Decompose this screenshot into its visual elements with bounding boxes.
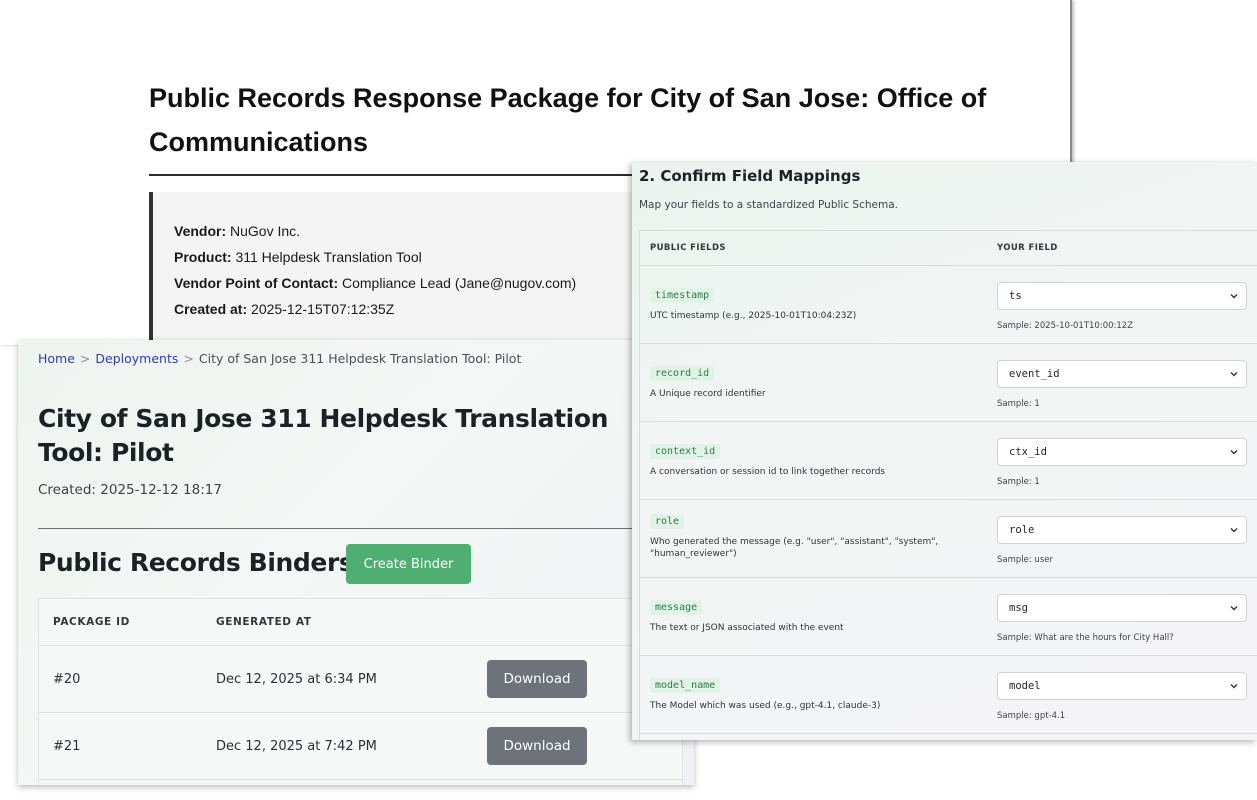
binders-table-header: PACKAGE ID GENERATED AT (39, 599, 682, 646)
public-field-name: timestamp (650, 288, 715, 303)
public-field-description: Who generated the message (e.g. "user", … (650, 537, 939, 559)
your-field-selected-value: role (1009, 524, 1035, 536)
chevron-down-icon (1230, 684, 1238, 689)
meta-product-value: 311 Helpdesk Translation Tool (235, 249, 422, 265)
chevron-down-icon (1230, 528, 1238, 533)
meta-vendor: Vendor: NuGov Inc. (174, 218, 649, 244)
field-sample: Sample: gpt-4.1 (997, 711, 1066, 721)
meta-contact-label: Vendor Point of Contact: (174, 275, 339, 291)
document-metadata: Vendor: NuGov Inc. Product: 311 Helpdesk… (149, 192, 649, 352)
meta-product-label: Product: (174, 249, 232, 265)
your-field-selected-value: event_id (1009, 368, 1060, 380)
mapping-row: timestamp UTC timestamp (e.g., 2025-10-0… (640, 266, 1257, 344)
breadcrumb: Home > Deployments > City of San Jose 311 He… (38, 351, 521, 366)
field-sample: Sample: user (997, 555, 1053, 565)
field-mappings-panel: 2. Confirm Field Mappings Map your field… (632, 162, 1257, 740)
your-field-selected-value: ts (1009, 290, 1022, 302)
meta-vendor-label: Vendor: (174, 223, 227, 239)
deployment-title: City of San Jose 311 Helpdesk Translatio… (38, 404, 609, 467)
document-title: Public Records Response Package for City… (149, 83, 987, 157)
your-field-select[interactable]: msg (997, 594, 1247, 622)
public-field-description: A conversation or session id to link tog… (650, 467, 886, 477)
your-field-select[interactable]: ctx_id (997, 438, 1247, 466)
your-field-select[interactable]: event_id (997, 360, 1247, 388)
table-row: #21 Dec 12, 2025 at 7:42 PM Download (39, 713, 682, 780)
chevron-down-icon (1230, 294, 1238, 299)
field-sample: Sample: 1 (997, 477, 1040, 487)
your-field-select[interactable]: role (997, 516, 1247, 544)
your-field-selected-value: model (1009, 680, 1041, 692)
public-field-name: context_id (650, 444, 721, 459)
field-sample: Sample: What are the hours for City Hall… (997, 633, 1174, 643)
public-field-description: The text or JSON associated with the eve… (650, 623, 844, 633)
mapping-row: message The text or JSON associated with… (640, 578, 1257, 656)
breadcrumb-separator: > (79, 351, 91, 366)
mappings-title: 2. Confirm Field Mappings (639, 167, 861, 185)
meta-product: Product: 311 Helpdesk Translation Tool (174, 244, 649, 270)
column-header-generated-at: GENERATED AT (216, 616, 312, 628)
mappings-subtitle: Map your fields to a standardized Public… (639, 199, 898, 211)
mapping-row: model_name The Model which was used (e.g… (640, 656, 1257, 734)
section-divider (38, 528, 694, 529)
chevron-down-icon (1230, 372, 1238, 377)
download-button[interactable]: Download (487, 727, 587, 765)
meta-contact: Vendor Point of Contact: Compliance Lead… (174, 270, 649, 296)
breadcrumb-current: City of San Jose 311 Helpdesk Translatio… (198, 351, 522, 366)
public-field-description: The Model which was used (e.g., gpt-4.1,… (650, 701, 881, 711)
public-field-description: A Unique record identifier (650, 389, 766, 399)
meta-created-at-label: Created at: (174, 301, 248, 317)
meta-created-at-value: 2025-12-15T07:12:35Z (251, 301, 395, 317)
public-field-description: UTC timestamp (e.g., 2025-10-01T10:04:23… (650, 311, 857, 321)
public-field-name: record_id (650, 366, 715, 381)
mappings-table: PUBLIC FIELDS YOUR FIELD timestamp UTC t… (639, 230, 1257, 740)
mappings-table-header: PUBLIC FIELDS YOUR FIELD (640, 231, 1257, 266)
mapping-row: context_id A conversation or session id … (640, 422, 1257, 500)
meta-created-at: Created at: 2025-12-15T07:12:35Z (174, 296, 649, 322)
breadcrumb-deployments-link[interactable]: Deployments (95, 351, 178, 366)
field-sample: Sample: 1 (997, 399, 1040, 409)
meta-contact-value: Compliance Lead (Jane@nugov.com) (342, 275, 577, 291)
deployment-created-date: Created: 2025-12-12 18:17 (38, 482, 222, 498)
download-button[interactable]: Download (487, 660, 587, 698)
generated-at-cell: Dec 12, 2025 at 7:42 PM (216, 739, 377, 754)
public-field-name: message (650, 600, 703, 615)
create-binder-button[interactable]: Create Binder (346, 544, 471, 584)
breadcrumb-home-link[interactable]: Home (38, 351, 75, 366)
breadcrumb-separator: > (183, 351, 194, 366)
document-divider (149, 174, 689, 176)
column-header-package-id: PACKAGE ID (53, 616, 130, 628)
binders-table: PACKAGE ID GENERATED AT #20 Dec 12, 2025… (38, 598, 683, 785)
generated-at-cell: Dec 12, 2025 at 6:34 PM (216, 672, 377, 687)
public-field-name: model_name (650, 678, 721, 693)
meta-vendor-value: NuGov Inc. (230, 223, 301, 239)
binders-heading: Public Records Binders (38, 548, 354, 577)
deployment-page: Home > Deployments > City of San Jose 311 He… (18, 340, 694, 785)
column-header-public-fields: PUBLIC FIELDS (650, 243, 726, 253)
your-field-select[interactable]: ts (997, 282, 1247, 310)
mapping-row: role Who generated the message (e.g. "us… (640, 500, 1257, 578)
your-field-selected-value: msg (1009, 602, 1028, 614)
your-field-select[interactable]: model (997, 672, 1247, 700)
public-field-name: role (650, 514, 685, 529)
mapping-row: record_id A Unique record identifier eve… (640, 344, 1257, 422)
chevron-down-icon (1230, 606, 1238, 611)
table-row: #20 Dec 12, 2025 at 6:34 PM Download (39, 646, 682, 713)
package-id-cell: #21 (53, 739, 81, 754)
your-field-selected-value: ctx_id (1009, 446, 1047, 458)
field-sample: Sample: 2025-10-01T10:00:12Z (997, 321, 1134, 331)
chevron-down-icon (1230, 450, 1238, 455)
column-header-your-field: YOUR FIELD (997, 243, 1058, 253)
package-id-cell: #20 (53, 672, 81, 687)
